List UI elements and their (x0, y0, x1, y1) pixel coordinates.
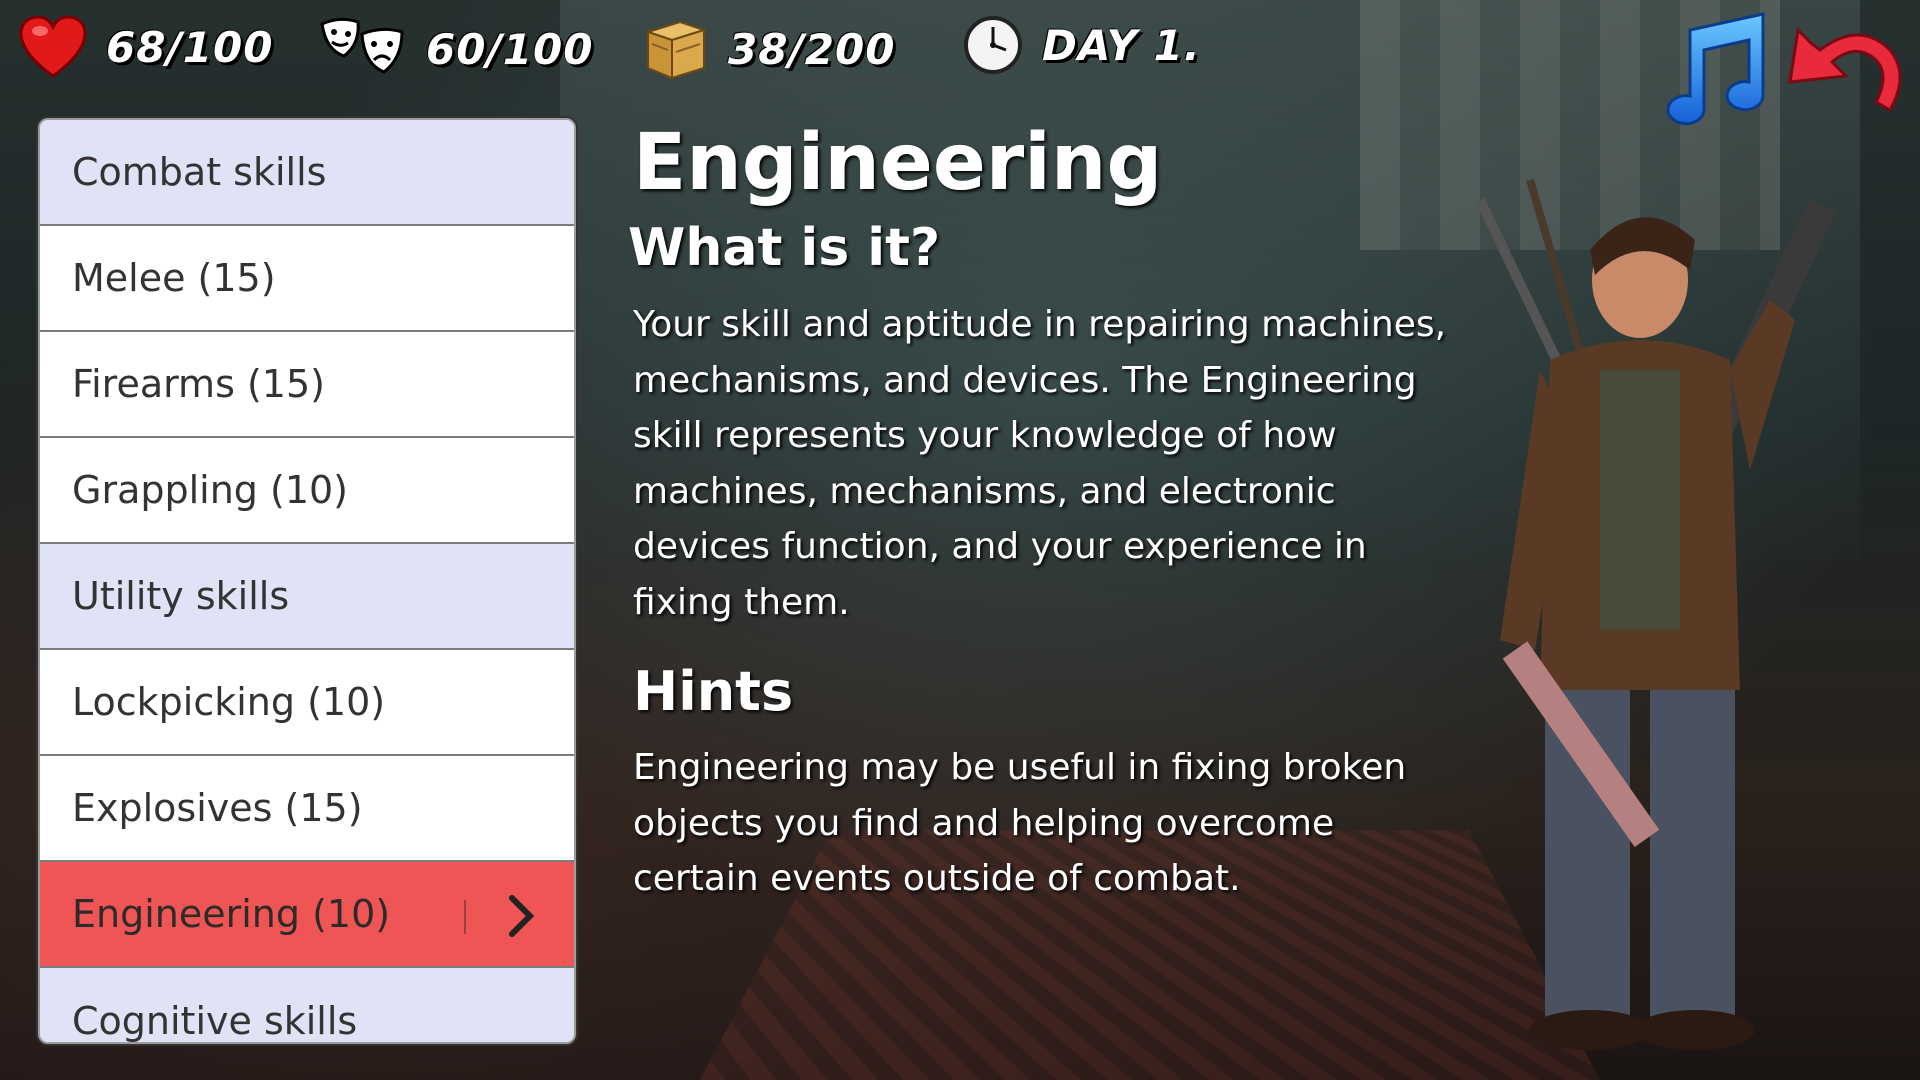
row-label: Engineering (10) (72, 892, 391, 936)
skill-description: Your skill and aptitude in repairing mac… (633, 304, 1447, 623)
row-label: Lockpicking (10) (72, 680, 386, 724)
heart-icon (19, 15, 87, 78)
chevron-right-icon (509, 895, 535, 937)
supplies-stat: 38/200 (640, 14, 895, 84)
morale-value: 60/100 (426, 24, 594, 74)
supplies-value: 38/200 (728, 24, 896, 74)
hints-text: Engineering may be useful in fixing brok… (633, 747, 1407, 899)
hints-heading: Hints (633, 660, 794, 723)
skill-item-explosives[interactable]: Explosives (15) (40, 756, 574, 862)
row-label: Cognitive skills (72, 999, 358, 1043)
top-hud: 68/100 60/100 38/200 DAY 1. (0, 0, 1920, 100)
skill-title: Engineering (633, 118, 1163, 208)
row-divider (464, 900, 466, 934)
row-label: Combat skills (72, 150, 327, 194)
skill-item-grappling[interactable]: Grappling (10) (40, 438, 574, 544)
back-arrow-icon[interactable] (1780, 10, 1910, 125)
row-label: Explosives (15) (72, 786, 363, 830)
category-header-utility: Utility skills (40, 544, 574, 650)
category-header-combat: Combat skills (40, 120, 574, 226)
category-header-cognitive: Cognitive skills (40, 968, 574, 1043)
row-label: Grappling (10) (72, 468, 349, 512)
clock-icon (964, 16, 1022, 74)
health-value: 68/100 (106, 22, 274, 72)
skill-item-engineering[interactable]: Engineering (10) (40, 862, 574, 968)
row-label: Utility skills (72, 574, 290, 618)
skill-item-melee[interactable]: Melee (15) (40, 226, 574, 332)
morale-stat: 60/100 (318, 14, 593, 84)
day-stat: DAY 1. (962, 14, 1201, 76)
row-label: Firearms (15) (72, 362, 325, 406)
skill-item-firearms[interactable]: Firearms (15) (40, 332, 574, 438)
survivor-character-illustration (1475, 178, 1837, 1050)
what-heading: What is it? (628, 218, 941, 278)
music-note-icon[interactable] (1645, 8, 1775, 133)
crate-icon (644, 20, 708, 80)
health-stat: 68/100 (18, 14, 273, 80)
day-value: DAY 1. (1042, 20, 1201, 70)
row-label: Melee (15) (72, 256, 276, 300)
skill-item-lockpicking[interactable]: Lockpicking (10) (40, 650, 574, 756)
skills-list-panel[interactable]: Combat skills Melee (15) Firearms (15) G… (38, 118, 576, 1044)
masks-icon (320, 17, 404, 74)
